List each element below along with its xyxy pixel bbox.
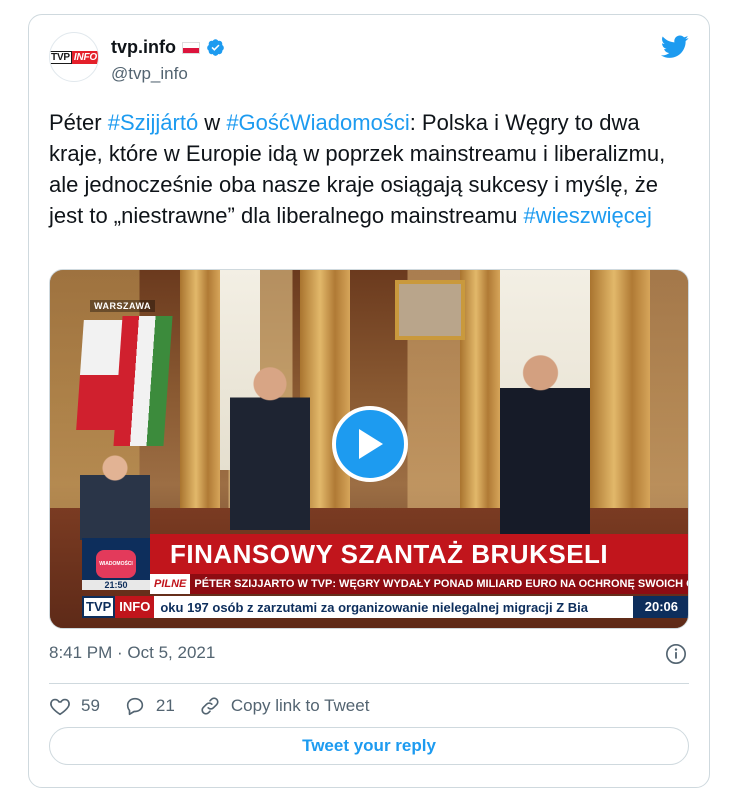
tweet-text-segment: Péter	[49, 110, 108, 135]
video-show-time: 21:50	[82, 580, 150, 590]
action-bar: 59 21 Copy link to Tweet	[49, 691, 393, 721]
tweet-text: Péter #Szijjártó w #GośćWiadomości: Pols…	[49, 107, 689, 231]
tvp-info-logo: TVP INFO	[50, 50, 98, 64]
video-pilne-label: PILNE	[150, 574, 191, 594]
reply-bubble-icon	[126, 697, 144, 716]
video-sign-language-interpreter	[80, 450, 150, 540]
video-subheadline: PÉTER SZIJJARTO W TVP: WĘGRY WYDAŁY PONA…	[194, 578, 689, 590]
play-button[interactable]	[332, 406, 408, 482]
video-ticker: TVP INFO oku 197 osób z zarzutami za orga…	[82, 596, 688, 618]
video-person-host	[500, 350, 590, 540]
video-curtain	[180, 270, 220, 510]
reply-count: 21	[155, 696, 175, 715]
hashtag-link[interactable]: #Szijjártó	[108, 110, 198, 135]
poland-flag-icon	[182, 41, 200, 54]
video-player[interactable]: WARSZAWA WIADOMOŚCI 21:50 FINANSOWY SZAN…	[49, 269, 689, 629]
tweet-text-segment: w	[198, 110, 227, 135]
video-person-guest	[230, 360, 310, 530]
author-handle[interactable]: @tvp_info	[111, 64, 188, 84]
link-icon	[201, 697, 219, 715]
twitter-bird-icon[interactable]	[661, 35, 689, 59]
copy-link-label: Copy link to Tweet	[230, 696, 370, 715]
reply-button[interactable]: 21	[124, 695, 175, 717]
author-name-row[interactable]: tvp.info	[111, 37, 225, 58]
video-subheadline-bar: PILNE PÉTER SZIJJARTO W TVP: WĘGRY WYDAŁ…	[150, 574, 689, 594]
tweet-timestamp[interactable]: 8:41 PM · Oct 5, 2021	[49, 643, 215, 663]
video-show-logo-badge: WIADOMOŚCI	[96, 550, 136, 578]
video-ticker-text: oku 197 osób z zarzutami za organizowani…	[160, 599, 589, 615]
tweet-card: TVP INFO tvp.info @tvp_info Péter #Szijjá…	[28, 14, 710, 788]
video-show-logo: WIADOMOŚCI 21:50	[82, 538, 150, 590]
like-count: 59	[81, 696, 100, 715]
verified-badge-icon	[207, 39, 224, 56]
video-curtain	[460, 270, 500, 510]
video-curtain	[590, 270, 650, 530]
video-location-label: WARSZAWA	[90, 300, 155, 312]
hashtag-link[interactable]: #wieszwięcej	[523, 203, 651, 228]
divider	[49, 683, 689, 684]
info-icon[interactable]	[665, 643, 687, 665]
video-clock: 20:06	[632, 596, 688, 618]
video-headline: FINANSOWY SZANTAŻ BRUKSELI	[150, 534, 688, 574]
video-mirror	[395, 280, 465, 340]
heart-icon	[50, 698, 70, 716]
video-flag-hungary	[113, 316, 173, 446]
author-name[interactable]: tvp.info	[111, 37, 176, 58]
play-icon	[359, 429, 383, 459]
copy-link-button[interactable]: Copy link to Tweet	[199, 695, 370, 717]
hashtag-link[interactable]: #GośćWiadomości	[226, 110, 409, 135]
avatar[interactable]: TVP INFO	[49, 32, 99, 82]
video-ticker-logo: TVP INFO	[82, 596, 155, 618]
tweet-your-reply-button[interactable]: Tweet your reply	[49, 727, 689, 765]
like-button[interactable]: 59	[49, 695, 100, 717]
